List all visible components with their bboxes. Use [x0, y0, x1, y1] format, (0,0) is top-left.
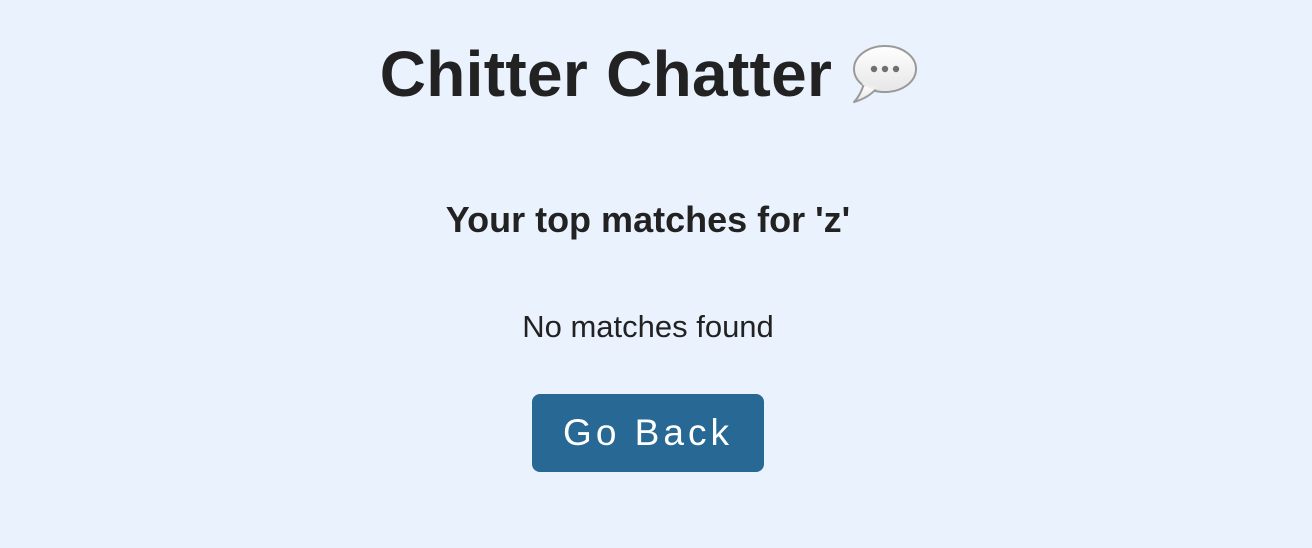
speech-bubble-icon: [850, 42, 918, 106]
results-heading: Your top matches for 'z': [445, 199, 851, 240]
no-matches-message: No matches found: [522, 309, 774, 344]
search-results-page: Chitter Chatter Your top matches for 'z'…: [0, 0, 1312, 548]
go-back-button[interactable]: Go Back: [532, 394, 764, 472]
app-header: Chitter Chatter: [0, 36, 1298, 112]
app-title: Chitter Chatter: [379, 38, 833, 110]
